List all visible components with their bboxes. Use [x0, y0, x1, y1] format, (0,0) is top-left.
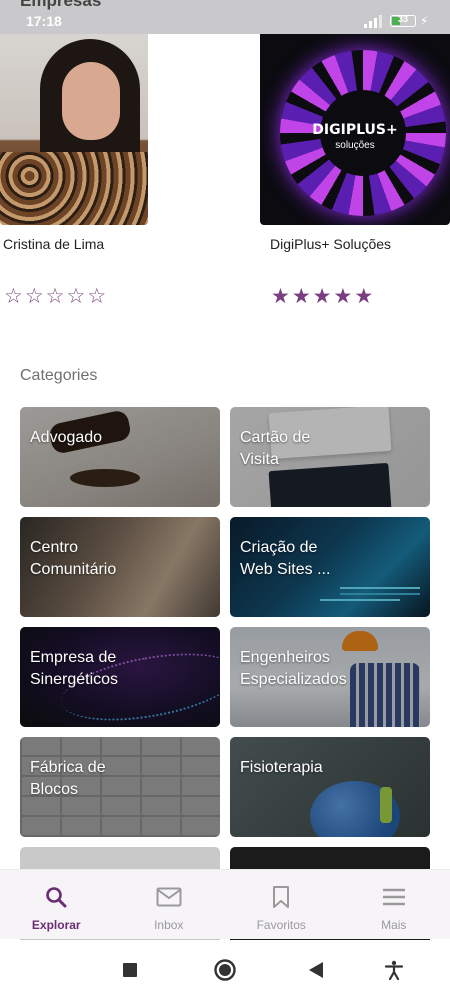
logo-subtitle: soluções	[335, 140, 375, 151]
accessibility-icon[interactable]	[384, 960, 404, 980]
star-filled-icon: ★	[333, 285, 355, 308]
star-empty-icon: ☆	[4, 285, 25, 308]
nav-explorar[interactable]: Explorar	[0, 870, 113, 939]
menu-icon	[381, 884, 407, 910]
category-label: Cartão de Visita	[240, 429, 311, 468]
star-empty-icon: ☆	[66, 285, 88, 308]
rating-stars: ★★★★★	[271, 284, 375, 309]
category-tile-cartao-de-visita[interactable]: Cartão de Visita	[230, 407, 430, 507]
charging-icon: ⚡	[420, 14, 429, 28]
category-tile-criacao-web-sites[interactable]: Criação de Web Sites ...	[230, 517, 430, 617]
star-empty-icon: ☆	[87, 285, 109, 308]
nav-mais[interactable]: Mais	[338, 870, 450, 939]
recent-apps-icon[interactable]	[120, 960, 140, 980]
nav-inbox[interactable]: Inbox	[113, 870, 226, 939]
company-name[interactable]: DigiPlus+ Soluções	[270, 236, 391, 252]
page-heading: Empresas	[20, 0, 102, 10]
star-filled-icon: ★	[291, 285, 313, 308]
category-label: Fisioterapia	[240, 759, 323, 776]
bottom-navigation: Explorar Inbox Favoritos Mais	[0, 869, 450, 939]
status-bar: Empresas 17:18 33 ⚡	[0, 0, 450, 34]
company-list: Cristina de Lima ☆☆☆☆☆ DIGIPLUS+ soluçõe…	[0, 34, 450, 324]
back-icon[interactable]	[306, 960, 326, 980]
company-name[interactable]: Cristina de Lima	[3, 236, 104, 252]
star-filled-icon: ★	[312, 285, 334, 308]
nav-favoritos[interactable]: Favoritos	[225, 870, 338, 939]
category-label: Centro Comunitário	[30, 539, 117, 578]
nav-label: Favoritos	[256, 918, 306, 932]
category-tile-engenheiros[interactable]: Engenheiros Especializados	[230, 627, 430, 727]
star-filled-icon: ★	[354, 285, 376, 308]
star-empty-icon: ☆	[45, 285, 67, 308]
category-tile-centro-comunitario[interactable]: Centro Comunitário	[20, 517, 220, 617]
home-icon[interactable]	[213, 958, 237, 982]
company-logo[interactable]: DIGIPLUS+ soluções	[260, 34, 450, 225]
category-tile-advogado[interactable]: Advogado	[20, 407, 220, 507]
category-tile-fisioterapia[interactable]: Fisioterapia	[230, 737, 430, 837]
star-empty-icon: ☆	[24, 285, 46, 308]
signal-icon	[364, 15, 382, 28]
bookmark-icon	[268, 884, 294, 910]
nav-label: Mais	[381, 918, 407, 932]
category-label: Criação de Web Sites ...	[240, 539, 331, 578]
category-label: Engenheiros Especializados	[240, 649, 347, 688]
categories-heading: Categories	[20, 367, 98, 384]
category-label: Fábrica de Blocos	[30, 759, 106, 798]
company-photo[interactable]	[0, 34, 148, 225]
battery-level: 33	[397, 14, 408, 24]
battery-icon: 33	[390, 14, 416, 27]
logo-title: DIGIPLUS+	[312, 122, 398, 138]
category-label: Advogado	[30, 429, 103, 446]
status-time: 17:18	[26, 13, 62, 29]
search-icon	[43, 884, 69, 910]
category-tile-fabrica-de-blocos[interactable]: Fábrica de Blocos	[20, 737, 220, 837]
category-tile-empresa-sinergeticos[interactable]: Empresa de Sinergéticos	[20, 627, 220, 727]
nav-label: Inbox	[154, 918, 184, 932]
system-navigation-bar	[0, 940, 450, 1000]
rating-stars: ☆☆☆☆☆	[4, 284, 108, 309]
nav-label: Explorar	[31, 918, 81, 932]
mail-icon	[156, 884, 182, 910]
category-label: Empresa de Sinergéticos	[30, 649, 119, 688]
star-filled-icon: ★	[271, 285, 292, 308]
